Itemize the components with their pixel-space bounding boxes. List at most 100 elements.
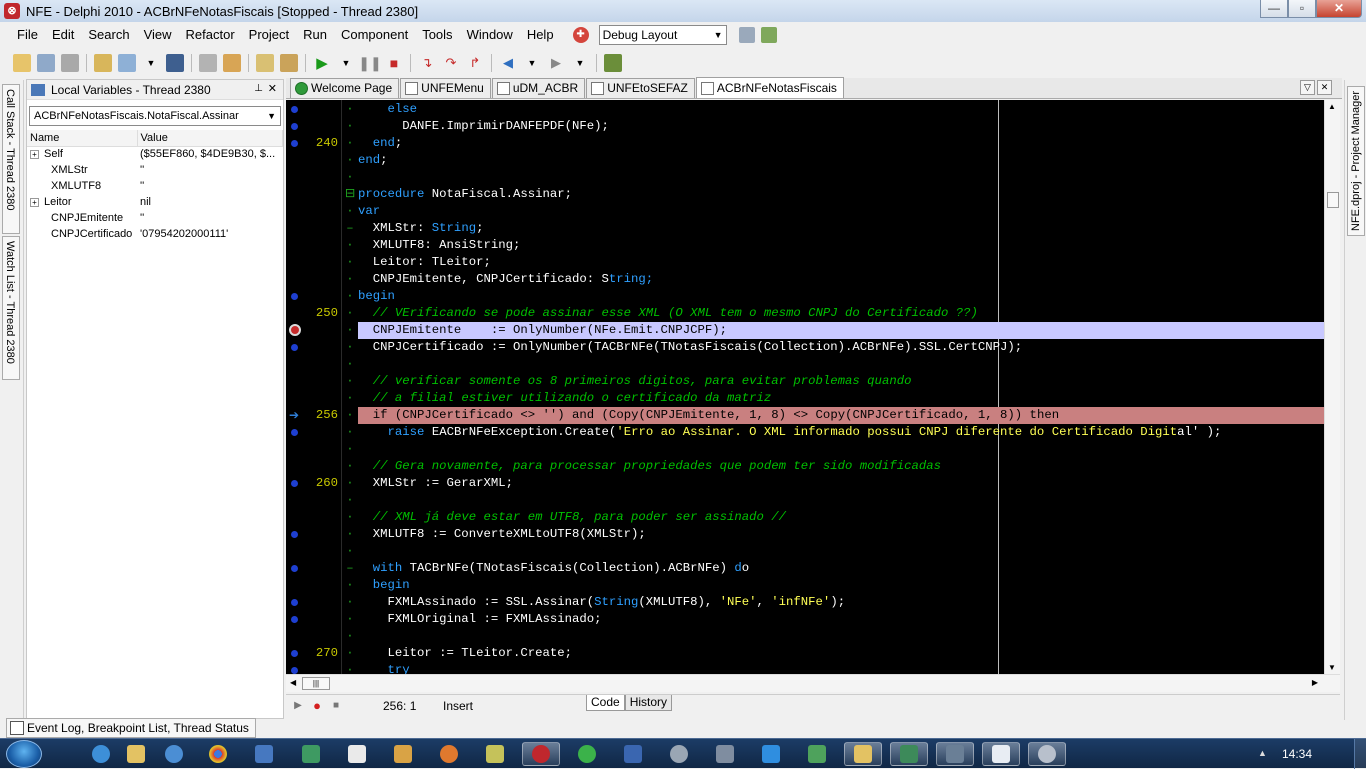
breakpoint-icon[interactable] xyxy=(289,324,301,336)
text-editor-icon[interactable] xyxy=(338,742,376,766)
menu-refactor[interactable]: Refactor xyxy=(179,24,242,46)
menu-component[interactable]: Component xyxy=(334,24,415,46)
code-line[interactable]: · xyxy=(286,356,1340,373)
menu-file[interactable]: File xyxy=(10,24,45,46)
code-line[interactable]: · xyxy=(286,492,1340,509)
open-folder-icon[interactable] xyxy=(223,54,241,72)
code-line[interactable]: · else xyxy=(286,101,1340,118)
menu-tools[interactable]: Tools xyxy=(415,24,459,46)
code-line[interactable]: 240 · end; xyxy=(286,135,1340,152)
code-line[interactable]: · // Gera novamente, para processar prop… xyxy=(286,458,1340,475)
code-line[interactable]: · CNPJCertificado := OnlyNumber(TACBrNFe… xyxy=(286,339,1340,356)
stop-icon[interactable]: ■ xyxy=(385,54,403,72)
open-project-icon[interactable] xyxy=(118,54,136,72)
editor-tab[interactable]: UNFEtoSEFAZ xyxy=(586,78,695,98)
code-line[interactable]: – with TACBrNFe(TNotasFiscais(Collection… xyxy=(286,560,1340,577)
scroll-right-icon[interactable]: ▶ xyxy=(1312,678,1318,687)
step-over-icon[interactable]: ↷ xyxy=(442,54,460,72)
menu-project[interactable]: Project xyxy=(242,24,296,46)
variable-row[interactable]: XMLStr '' xyxy=(27,162,283,178)
code-line[interactable]: · CNPJEmitente, CNPJCertificado: String; xyxy=(286,271,1340,288)
menu-window[interactable]: Window xyxy=(460,24,520,46)
pin-icon[interactable]: ⊥ xyxy=(254,83,263,94)
save-desktop-icon[interactable] xyxy=(738,27,755,43)
variable-row[interactable]: + Self ($55EF860, $4DE9B30, $... xyxy=(27,146,283,162)
hscroll-thumb[interactable]: ||| xyxy=(302,677,330,690)
save-icon[interactable] xyxy=(166,54,184,72)
record-macro-icon[interactable]: ● xyxy=(310,699,324,712)
code-line[interactable]: – XMLStr: String; xyxy=(286,220,1340,237)
executable-line-marker-icon[interactable] xyxy=(291,616,298,623)
settings-icon[interactable] xyxy=(660,742,698,766)
column-header-value[interactable]: Value xyxy=(137,130,283,147)
editor-tab[interactable]: ACBrNFeNotasFiscais xyxy=(695,77,844,98)
code-line[interactable]: · begin xyxy=(286,288,1340,305)
column-header-name[interactable]: Name xyxy=(27,130,138,147)
help-lifesaver-icon[interactable]: ✚ xyxy=(572,27,589,43)
code-line[interactable]: · xyxy=(286,441,1340,458)
delphi-app-icon[interactable]: ⊗ xyxy=(4,3,20,19)
executable-line-marker-icon[interactable] xyxy=(291,599,298,606)
code-line[interactable]: · end; xyxy=(286,152,1340,169)
code-line[interactable]: 270 · Leitor := TLeitor.Create; xyxy=(286,645,1340,662)
code-line[interactable]: · begin xyxy=(286,577,1340,594)
explorer-icon[interactable] xyxy=(117,742,155,766)
tab-list-dropdown-icon[interactable]: ▽ xyxy=(1300,80,1315,95)
house-icon[interactable] xyxy=(384,742,422,766)
utility-icon[interactable] xyxy=(476,742,514,766)
menu-search[interactable]: Search xyxy=(81,24,136,46)
phone-icon[interactable] xyxy=(752,742,790,766)
variable-row[interactable]: XMLUTF8 '' xyxy=(27,178,283,194)
expand-icon[interactable]: + xyxy=(30,149,39,159)
variable-row[interactable]: CNPJEmitente '' xyxy=(27,210,283,226)
delphi-task-icon[interactable] xyxy=(522,742,560,766)
app-task-icon[interactable] xyxy=(890,742,928,766)
editor-tab[interactable]: Welcome Page xyxy=(290,78,400,98)
code-line[interactable]: · xyxy=(286,169,1340,186)
code-line[interactable]: · XMLUTF8 := ConverteXMLtoUTF8(XMLStr); xyxy=(286,526,1340,543)
menu-view[interactable]: View xyxy=(137,24,179,46)
executable-line-marker-icon[interactable] xyxy=(291,531,298,538)
maximize-button[interactable]: ▫ xyxy=(1288,0,1316,18)
minimize-button[interactable]: — xyxy=(1260,0,1288,18)
call-stack-tab[interactable]: Call Stack - Thread 2380 xyxy=(2,84,20,234)
save-all-icon[interactable] xyxy=(199,54,217,72)
executable-line-marker-icon[interactable] xyxy=(291,123,298,130)
firefox-icon[interactable] xyxy=(430,742,468,766)
component-palette-icon[interactable] xyxy=(604,54,622,72)
notepad-task-icon[interactable] xyxy=(982,742,1020,766)
executable-line-marker-icon[interactable] xyxy=(291,106,298,113)
tab-code[interactable]: Code xyxy=(586,695,625,711)
close-panel-icon[interactable]: ✕ xyxy=(268,82,277,95)
tools-task-icon[interactable] xyxy=(1028,742,1066,766)
set-debug-desktop-icon[interactable] xyxy=(760,27,777,43)
run-to-cursor-icon[interactable]: ↱ xyxy=(466,54,484,72)
dropdown-arrow-icon[interactable]: ▼ xyxy=(142,54,160,72)
code-line[interactable]: · var xyxy=(286,203,1340,220)
run-icon[interactable]: ▶ xyxy=(313,54,331,72)
variable-row[interactable]: CNPJCertificado '07954202000111' xyxy=(27,226,283,242)
code-editor[interactable]: · else · DANFE.ImprimirDANFEPDF(NFe); 240 ·… xyxy=(286,100,1340,674)
executable-line-marker-icon[interactable] xyxy=(291,565,298,572)
code-line[interactable]: ➔ 256 · if (CNPJCertificado <> '') and (Co… xyxy=(286,407,1340,424)
new-unit-icon[interactable] xyxy=(61,54,79,72)
code-line[interactable]: · xyxy=(286,628,1340,645)
menu-help[interactable]: Help xyxy=(520,24,561,46)
variable-row[interactable]: + Leitor nil xyxy=(27,194,283,210)
executable-line-marker-icon[interactable] xyxy=(291,667,298,674)
run-dropdown-icon[interactable]: ▼ xyxy=(337,54,355,72)
add-to-project-icon[interactable] xyxy=(256,54,274,72)
start-button[interactable] xyxy=(6,740,42,768)
scroll-left-icon[interactable]: ◀ xyxy=(290,678,296,687)
project-manager-tab[interactable]: NFE.dproj - Project Manager xyxy=(1347,86,1365,236)
code-line[interactable]: · FXMLAssinado := SSL.Assinar(String(XML… xyxy=(286,594,1340,611)
menu-run[interactable]: Run xyxy=(296,24,334,46)
new-items-icon[interactable] xyxy=(13,54,31,72)
blue-app-icon[interactable] xyxy=(614,742,652,766)
folder-task-icon[interactable] xyxy=(844,742,882,766)
close-tab-icon[interactable]: ✕ xyxy=(1317,80,1332,95)
scroll-thumb[interactable] xyxy=(1327,192,1339,208)
app-icon[interactable] xyxy=(245,742,283,766)
forward-icon[interactable]: ▶ xyxy=(547,54,565,72)
code-line[interactable]: 260 · XMLStr := GerarXML; xyxy=(286,475,1340,492)
